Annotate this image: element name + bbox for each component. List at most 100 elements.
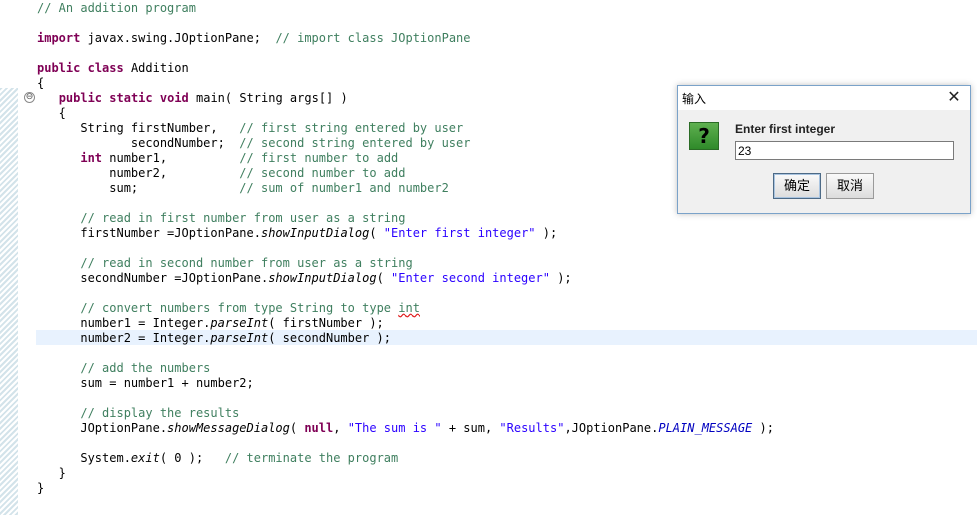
code-token: ); [752,421,774,435]
code-token: ( [369,226,384,240]
code-token: "Enter second integer" [391,271,550,285]
input-dialog: 输入 ✕ ? Enter first integer 确定 取消 [677,85,971,214]
code-token: exit [130,451,160,465]
code-token: class [87,61,124,75]
code-line: // display the results [37,406,239,421]
code-token: showInputDialog [260,226,370,240]
code-token: secondNumber =JOptionPane. [37,271,269,285]
code-token: int [398,301,420,315]
code-line: number2 = Integer.parseInt( secondNumber… [37,331,391,346]
dialog-titlebar[interactable]: 输入 ✕ [678,86,970,110]
code-token: ( 0 ); [159,451,225,465]
code-token: ); [535,226,558,240]
code-line: JOptionPane.showMessageDialog( null, "Th… [37,421,774,436]
code-token: main( String args[] ) [188,91,348,105]
code-token: parseInt [210,316,269,330]
question-icon: ? [689,122,719,150]
code-token: , [333,421,348,435]
code-line: { [37,106,66,121]
code-line: } [37,481,44,496]
code-token: // second string entered by user [239,136,471,150]
code-token: static [109,91,153,105]
code-token: ); [549,271,572,285]
ok-button[interactable]: 确定 [773,173,821,199]
code-line: // read in second number from user as a … [37,256,413,271]
code-token: // read in first number from user as a s… [80,211,406,225]
code-token: public [37,61,81,75]
code-line: int number1, // first number to add [37,151,398,166]
code-token: "Results" [499,421,565,435]
code-token: void [159,91,189,105]
code-token: javax.swing.JOptionPane; [80,31,276,45]
fold-collapse-icon[interactable]: ⊖ [24,92,35,103]
code-line: // convert numbers from type String to t… [37,301,420,316]
code-token: ( secondNumber ); [268,331,392,345]
code-token: ( [289,421,305,435]
code-line: sum = number1 + number2; [37,376,253,391]
dialog-title: 输入 [682,92,707,106]
code-token: PLAIN_MESSAGE [658,421,753,435]
code-line: System.exit( 0 ); // terminate the progr… [37,451,398,466]
code-token: // first number to add [239,151,399,165]
code-line: secondNumber =JOptionPane.showInputDialo… [37,271,572,286]
code-token: "Enter first integer" [383,226,536,240]
change-indicator-stripe [0,88,18,515]
code-line: } [37,466,66,481]
code-token: int [80,151,103,165]
code-token: null [304,421,334,435]
code-token: ( [376,271,392,285]
code-token: } [37,481,45,495]
code-token: // terminate the program [224,451,399,465]
code-token: // convert numbers from type String to t… [80,301,399,315]
code-token: showInputDialog [268,271,377,285]
code-token: secondNumber; [37,136,240,150]
code-token: { [37,106,66,120]
code-token: number2, [37,166,240,180]
code-line: firstNumber =JOptionPane.showInputDialog… [37,226,557,241]
code-token: { [37,76,45,90]
code-token: import [37,31,81,45]
code-line: // add the numbers [37,361,210,376]
code-token: // read in second number from user as a … [80,256,413,270]
code-line: secondNumber; // second string entered b… [37,136,471,151]
code-token: parseInt [210,331,269,345]
code-token: // An addition program [37,1,196,15]
dialog-message: Enter first integer [735,122,836,136]
code-token: ( firstNumber ); [268,316,384,330]
code-line: String firstNumber, // first string ente… [37,121,463,136]
code-token: // display the results [80,406,240,420]
code-token: // second number to add [239,166,406,180]
code-line: number1 = Integer.parseInt( firstNumber … [37,316,384,331]
code-line: { [37,76,44,91]
code-token: Addition [123,61,189,75]
code-line: public static void main( String args[] ) [37,91,348,106]
code-token: sum; [37,181,240,195]
code-token: } [37,466,66,480]
code-line: // read in first number from user as a s… [37,211,405,226]
code-line: number2, // second number to add [37,166,405,181]
code-token: // add the numbers [80,361,211,375]
code-token: // import class JOptionPane [275,31,471,45]
code-line: sum; // sum of number1 and number2 [37,181,449,196]
close-icon[interactable]: ✕ [942,88,966,108]
code-token: number1 = Integer. [37,316,211,330]
code-token: System. [37,451,131,465]
code-token: firstNumber =JOptionPane. [37,226,261,240]
cancel-button[interactable]: 取消 [826,173,874,199]
code-token: number2 = Integer. [37,331,211,345]
code-token: ,JOptionPane. [564,421,659,435]
code-token: "The sum is " [347,421,442,435]
code-token: JOptionPane. [37,421,168,435]
code-token: showMessageDialog [167,421,290,435]
code-token: // sum of number1 and number2 [239,181,449,195]
code-token: public [58,91,103,105]
code-line: // An addition program [37,1,196,16]
integer-input[interactable] [735,141,954,160]
